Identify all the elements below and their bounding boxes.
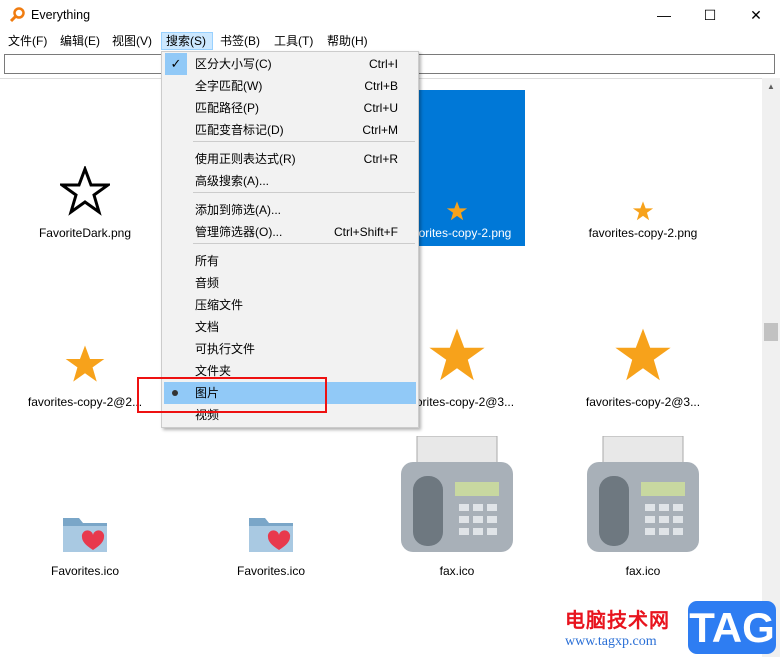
scroll-thumb[interactable] <box>764 323 778 341</box>
menu-item-label: 匹配变音标记(D) <box>195 123 284 137</box>
menu-item[interactable]: 使用正则表达式(R) Ctrl+R <box>164 148 416 170</box>
menu-item[interactable]: 管理筛选器(O)... Ctrl+Shift+F <box>164 221 416 243</box>
menu-separator <box>193 243 415 244</box>
menu-file[interactable]: 文件(F) <box>4 32 51 50</box>
title-bar: Everything — ☐ ✕ <box>0 0 780 32</box>
menu-tools[interactable]: 工具(T) <box>270 32 317 50</box>
vertical-scrollbar[interactable]: ▲ ▼ <box>762 78 780 657</box>
fax-icon <box>382 435 532 559</box>
menu-item-label: 区分大小写(C) <box>195 57 272 71</box>
menu-bar: 文件(F) 编辑(E) 视图(V) 搜索(S) 书签(B) 工具(T) 帮助(H… <box>0 32 780 50</box>
menu-item-label: 文档 <box>195 320 220 334</box>
menu-item[interactable]: 所有 <box>164 250 416 272</box>
menu-item-shortcut: Ctrl+R <box>363 152 398 166</box>
maximize-button[interactable]: ☐ <box>687 0 733 32</box>
menu-separator <box>193 192 415 193</box>
menu-item-label: 音频 <box>195 276 220 290</box>
menu-item-label: 全字匹配(W) <box>195 79 263 93</box>
checkmark-icon: ✓ <box>165 53 187 75</box>
file-name: fax.ico <box>625 564 661 578</box>
star-icon <box>568 325 718 388</box>
menu-item-shortcut: Ctrl+U <box>363 101 398 115</box>
menu-item[interactable]: 压缩文件 <box>164 294 416 316</box>
file-name: Favorites.ico <box>50 564 120 578</box>
watermark-text: 电脑技术网 <box>565 610 670 632</box>
menu-item-label: 匹配路径(P) <box>195 101 259 115</box>
menu-search[interactable]: 搜索(S) <box>161 32 213 50</box>
file-name: Favorites.ico <box>236 564 306 578</box>
scroll-up-icon[interactable]: ▲ <box>762 82 780 91</box>
menu-item[interactable]: ✓ 区分大小写(C) Ctrl+I <box>164 53 416 75</box>
close-button[interactable]: ✕ <box>733 0 779 32</box>
menu-item[interactable]: 可执行文件 <box>164 338 416 360</box>
menu-item[interactable]: 音频 <box>164 272 416 294</box>
folder-heart-icon <box>196 512 346 557</box>
menu-item-label: 添加到筛选(A)... <box>195 203 281 217</box>
annotation-red-box <box>137 377 327 413</box>
file-name: favorites-copy-2@3... <box>585 395 701 409</box>
folder-heart-icon <box>10 512 160 557</box>
menu-item-shortcut: Ctrl+Shift+F <box>333 225 398 239</box>
menu-view[interactable]: 视图(V) <box>108 32 156 50</box>
menu-edit[interactable]: 编辑(E) <box>56 32 104 50</box>
menu-item-shortcut: Ctrl+M <box>362 123 398 137</box>
watermark-url: www.tagxp.com <box>565 634 657 649</box>
menu-item-label: 可执行文件 <box>195 342 256 356</box>
menu-help[interactable]: 帮助(H) <box>323 32 372 50</box>
file-name: favorites-copy-2.png <box>588 226 698 240</box>
menu-item-label: 高级搜索(A)... <box>195 174 269 188</box>
menu-item[interactable]: 匹配变音标记(D) Ctrl+M <box>164 119 416 141</box>
magnifier-app-icon <box>9 7 25 23</box>
menu-item[interactable]: 高级搜索(A)... <box>164 170 416 192</box>
menu-item[interactable]: 文档 <box>164 316 416 338</box>
star-outline-icon <box>10 164 160 219</box>
menu-item-label: 所有 <box>195 254 220 268</box>
file-name: FavoriteDark.png <box>38 226 132 240</box>
menu-bookmarks[interactable]: 书签(B) <box>216 32 264 50</box>
menu-item[interactable]: 匹配路径(P) Ctrl+U <box>164 97 416 119</box>
menu-item-label: 管理筛选器(O)... <box>195 225 283 239</box>
menu-item[interactable]: 添加到筛选(A)... <box>164 199 416 221</box>
watermark-logo: TAG <box>688 601 776 654</box>
menu-separator <box>193 141 415 142</box>
file-name: fax.ico <box>439 564 475 578</box>
window-title: Everything <box>31 8 91 22</box>
menu-item-label: 压缩文件 <box>195 298 244 312</box>
menu-item[interactable]: 全字匹配(W) Ctrl+B <box>164 75 416 97</box>
search-dropdown-menu: ✓ 区分大小写(C) Ctrl+I 全字匹配(W) Ctrl+B 匹配路径(P) Ctrl+… <box>161 51 419 428</box>
menu-item-shortcut: Ctrl+B <box>364 79 398 93</box>
star-icon <box>568 200 718 225</box>
menu-item-shortcut: Ctrl+I <box>368 57 398 71</box>
fax-icon <box>568 435 718 559</box>
minimize-button[interactable]: — <box>641 0 687 32</box>
menu-item-label: 使用正则表达式(R) <box>195 152 296 166</box>
